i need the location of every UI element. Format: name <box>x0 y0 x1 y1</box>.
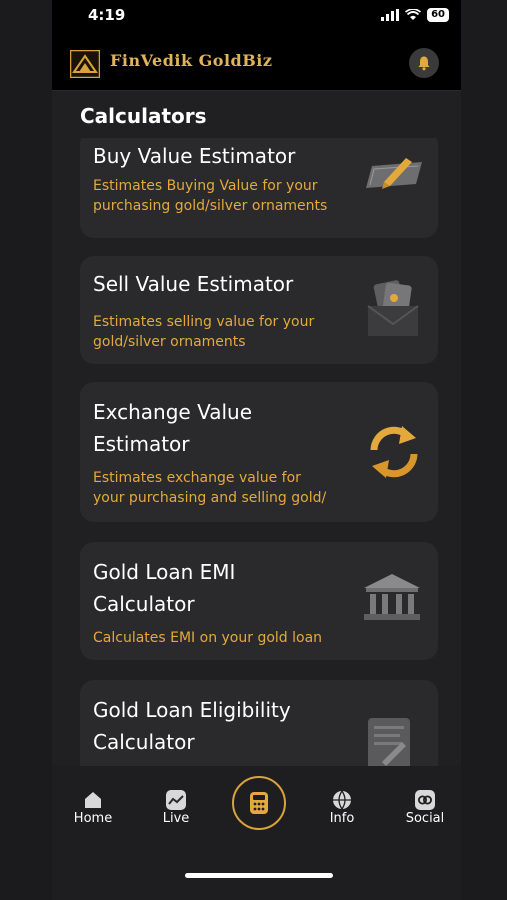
card-description: Estimates exchange value for <box>93 470 301 486</box>
exchange-arrows-icon <box>370 426 418 478</box>
left-backdrop <box>0 0 52 900</box>
buy-value-estimator-card[interactable]: Buy Value Estimator Estimates Buying Val… <box>80 138 438 238</box>
card-description: Estimates Buying Value for your <box>93 178 318 194</box>
gold-loan-eligibility-calculator-card[interactable]: Gold Loan Eligibility Calculator <box>80 680 438 766</box>
card-title: Gold Loan Eligibility <box>93 698 291 722</box>
exchange-value-estimator-card[interactable]: Exchange Value Estimator Estimates excha… <box>80 382 438 522</box>
nav-home-label: Home <box>73 811 113 826</box>
card-title: Gold Loan EMI <box>93 560 236 584</box>
notifications-button[interactable] <box>409 48 439 78</box>
card-title: Calculator <box>93 730 195 754</box>
card-title: Estimator <box>93 432 190 456</box>
app-header: FinVedik GoldBiz <box>52 34 461 91</box>
nav-home[interactable]: Home <box>63 790 123 826</box>
bottom-navigation: Home Live Info Social <box>52 766 461 900</box>
nav-info[interactable]: Info <box>312 790 372 826</box>
card-description: Calculates EMI on your gold loan <box>93 630 323 646</box>
sell-value-estimator-card[interactable]: Sell Value Estimator Estimates selling v… <box>80 256 438 364</box>
home-icon <box>83 790 103 810</box>
home-indicator <box>185 873 333 878</box>
chart-line-icon <box>166 790 186 810</box>
card-title: Buy Value Estimator <box>93 144 296 168</box>
status-time: 4:19 <box>88 6 126 24</box>
calculator-list: Buy Value Estimator Estimates Buying Val… <box>52 138 461 766</box>
status-icons: 60 <box>381 8 449 22</box>
nav-social-label: Social <box>405 811 445 826</box>
card-description: Estimates selling value for your <box>93 314 315 330</box>
calculator-icon <box>250 792 268 814</box>
globe-icon <box>332 790 352 810</box>
nav-live-label: Live <box>162 811 190 826</box>
page-title: Calculators <box>80 104 207 128</box>
signal-icon <box>381 9 400 21</box>
bank-building-icon <box>364 574 420 620</box>
wifi-icon <box>405 9 422 20</box>
phone-screen: 4:19 60 FinVedik GoldBiz Calculators Buy… <box>52 0 461 900</box>
card-title: Calculator <box>93 592 195 616</box>
document-icon <box>368 718 410 766</box>
nav-live[interactable]: Live <box>146 790 206 826</box>
calculator-nav-button[interactable] <box>232 776 286 830</box>
link-icon <box>415 790 435 810</box>
card-title: Sell Value Estimator <box>93 272 294 296</box>
battery-indicator: 60 <box>427 8 449 22</box>
card-description: purchasing gold/silver ornaments <box>93 198 328 214</box>
card-description: gold/silver ornaments <box>93 334 246 350</box>
ruler-pencil-icon <box>366 158 422 189</box>
brand-logo-icon <box>70 50 100 78</box>
card-title: Exchange Value <box>93 400 253 424</box>
right-backdrop <box>461 0 507 900</box>
nav-social[interactable]: Social <box>395 790 455 826</box>
nav-info-label: Info <box>329 811 355 826</box>
gold-loan-emi-calculator-card[interactable]: Gold Loan EMI Calculator Calculates EMI … <box>80 542 438 660</box>
status-bar: 4:19 60 <box>52 0 461 34</box>
app-brand-name: FinVedik GoldBiz <box>110 51 273 70</box>
card-description: your purchasing and selling gold/ <box>93 490 327 506</box>
money-envelope-icon <box>367 280 419 336</box>
bell-icon <box>418 56 430 71</box>
